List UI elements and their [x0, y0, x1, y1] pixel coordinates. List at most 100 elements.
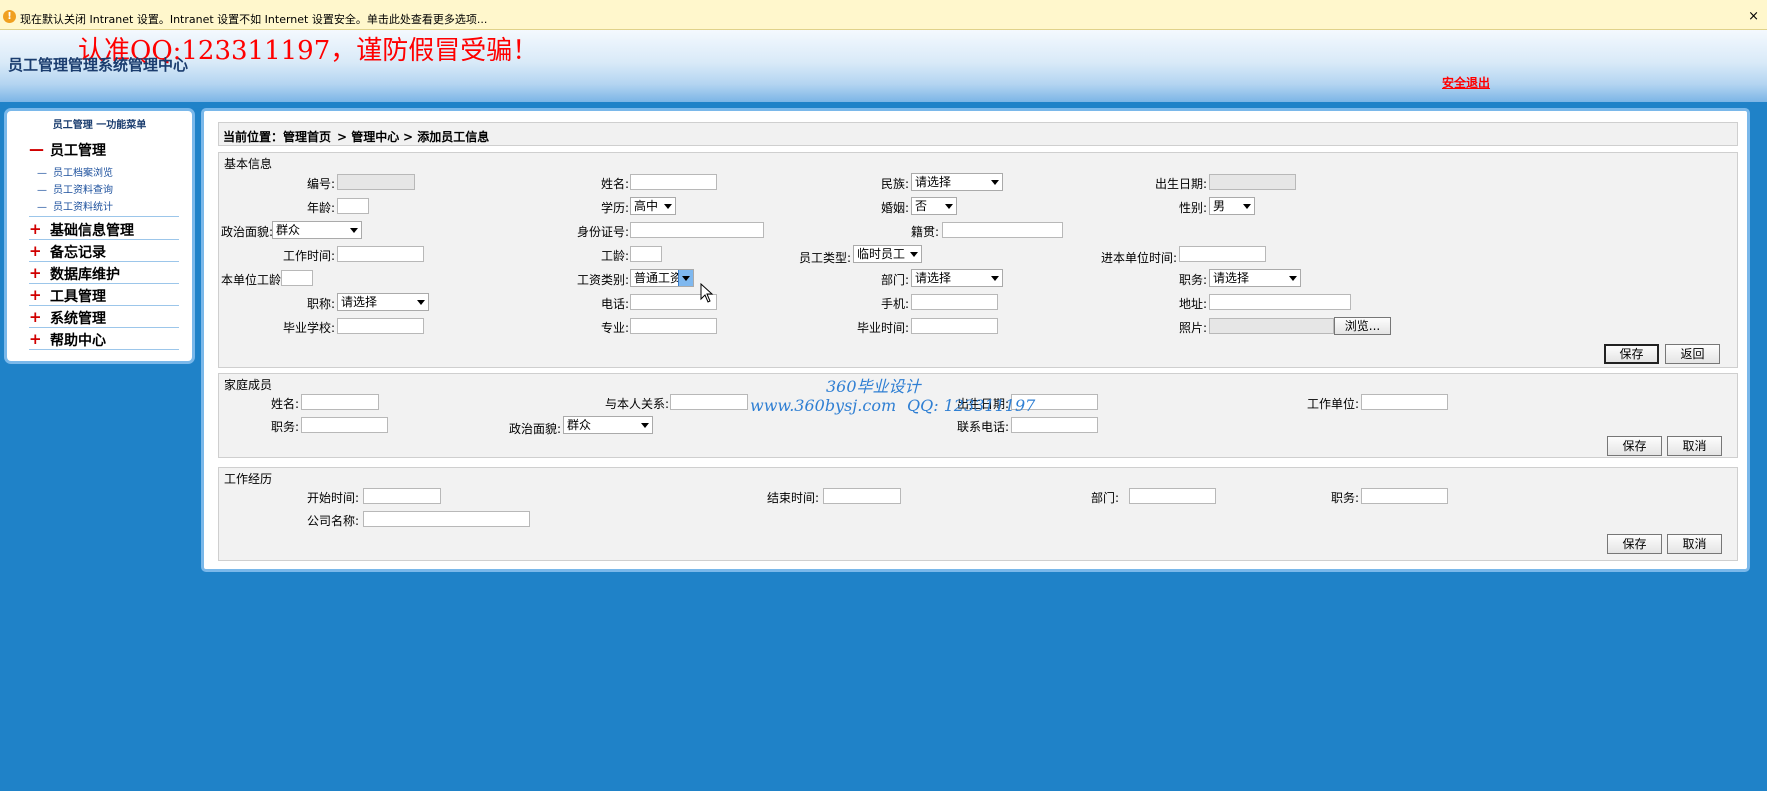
family-section: 家庭成员 姓名: 与本人关系: 出生日期: 工作单位: 职务: 政治面貌: 群众… [218, 373, 1738, 458]
title-rank-select[interactable]: 请选择 [337, 293, 429, 311]
chevron-down-icon [910, 252, 918, 257]
page-header: 认准QQ:123311197，谨防假冒受骗！ 员工管理管理系统管理中心 安全退出 [0, 30, 1767, 102]
emp-type-select[interactable]: 临时员工 [853, 245, 922, 263]
menu-title: 员工管理 一功能菜单 [52, 120, 147, 131]
major-input[interactable] [630, 318, 717, 334]
number-input[interactable] [337, 174, 415, 190]
age-input[interactable] [337, 198, 369, 214]
photo-path-input[interactable] [1209, 318, 1334, 334]
school-input[interactable] [337, 318, 424, 334]
grad-time-input[interactable] [911, 318, 998, 334]
seniority-input[interactable] [630, 246, 662, 262]
family-name-input[interactable] [301, 394, 379, 410]
label-seniority: 工龄: [600, 249, 629, 263]
address-input[interactable] [1209, 294, 1351, 310]
save-basic-button[interactable]: 保存 [1604, 344, 1659, 364]
select-value: 高中 [634, 199, 659, 213]
select-value: 群众 [567, 418, 592, 432]
label-end-time: 结束时间: [766, 491, 819, 505]
menu-group-tools[interactable]: + 工具管理 [29, 285, 179, 306]
experience-section: 工作经历 开始时间: 结束时间: 部门: 职务: 公司名称: 保存 取消 [218, 467, 1738, 561]
company-input[interactable] [363, 511, 530, 527]
join-time-input[interactable] [1179, 246, 1266, 262]
chevron-down-icon [991, 180, 999, 185]
select-value: 请选择 [915, 175, 952, 189]
select-value: 群众 [276, 223, 301, 237]
menu-group-memo[interactable]: + 备忘记录 [29, 241, 179, 262]
relation-input[interactable] [670, 394, 748, 410]
cancel-family-button[interactable]: 取消 [1667, 436, 1722, 456]
origin-input[interactable] [942, 222, 1063, 238]
section-title: 家庭成员 [224, 378, 273, 392]
label-exp-position: 职务: [1330, 491, 1359, 505]
label-family-name: 姓名: [270, 397, 299, 411]
chevron-down-icon [350, 228, 358, 233]
dropdown-button[interactable] [678, 270, 693, 286]
logout-link[interactable]: 安全退出 [1442, 74, 1490, 91]
select-value: 男 [1213, 199, 1226, 213]
expand-icon: + [29, 330, 42, 348]
menu-group-system[interactable]: + 系统管理 [29, 307, 179, 328]
expand-icon: + [29, 220, 42, 238]
name-input[interactable] [630, 174, 717, 190]
close-icon[interactable]: × [1748, 9, 1759, 24]
end-time-input[interactable] [823, 488, 901, 504]
chevron-down-icon [641, 423, 649, 428]
position-select[interactable]: 请选择 [1209, 269, 1301, 287]
label-company: 公司名称: [306, 514, 359, 528]
workplace-input[interactable] [1361, 394, 1448, 410]
birth-input[interactable] [1209, 174, 1296, 190]
warning-icon: ! [3, 10, 16, 23]
label-number: 编号: [306, 177, 335, 191]
salary-type-select[interactable]: 普通工资 [630, 269, 694, 287]
menu-group-database[interactable]: + 数据库维护 [29, 263, 179, 284]
save-experience-button[interactable]: 保存 [1607, 534, 1662, 554]
label-gender: 性别: [1178, 201, 1207, 215]
idcard-input[interactable] [630, 222, 764, 238]
dept-select[interactable]: 请选择 [911, 269, 1003, 287]
family-politics-select[interactable]: 群众 [563, 416, 653, 434]
label-salary-type: 工资类别: [576, 273, 629, 287]
nation-select[interactable]: 请选择 [911, 173, 1003, 191]
chevron-down-icon [417, 300, 425, 305]
marriage-select[interactable]: 否 [911, 197, 957, 215]
menu-group-basic-info[interactable]: + 基础信息管理 [29, 219, 179, 240]
label-age: 年龄: [306, 201, 335, 215]
exp-position-input[interactable] [1361, 488, 1448, 504]
breadcrumb-center-link[interactable]: > 管理中心 [337, 128, 399, 145]
unit-seniority-input[interactable] [281, 270, 313, 286]
education-select[interactable]: 高中 [630, 197, 676, 215]
breadcrumb-home-link[interactable]: 管理首页 [283, 128, 331, 145]
menu-group-help[interactable]: + 帮助中心 [29, 329, 179, 350]
menu-group-employee[interactable]: — 员工管理 [29, 139, 179, 160]
exp-dept-input[interactable] [1129, 488, 1216, 504]
intranet-info-bar[interactable]: ! 现在默认关闭 Intranet 设置。Intranet 设置不如 Inter… [0, 0, 1767, 30]
info-bar-message[interactable]: 现在默认关闭 Intranet 设置。Intranet 设置不如 Interne… [20, 11, 487, 27]
watermark-site: www.360bysj.com [750, 396, 897, 415]
cancel-experience-button[interactable]: 取消 [1667, 534, 1722, 554]
gender-select[interactable]: 男 [1209, 197, 1255, 215]
start-time-input[interactable] [363, 488, 441, 504]
label-mobile: 手机: [880, 297, 909, 311]
save-family-button[interactable]: 保存 [1607, 436, 1662, 456]
menu-item-info-query[interactable]: — 员工资料查询 [37, 181, 113, 196]
family-phone-input[interactable] [1011, 417, 1098, 433]
mobile-input[interactable] [911, 294, 998, 310]
breadcrumb: 当前位置： 管理首页 > 管理中心 > 添加员工信息 [218, 122, 1738, 146]
watermark-qq: QQ: 123311197 [907, 396, 1036, 415]
select-value: 请选择 [341, 295, 378, 309]
breadcrumb-current: > 添加员工信息 [403, 130, 490, 144]
select-value: 普通工资 [634, 271, 683, 285]
label-photo: 照片: [1178, 321, 1207, 335]
politics-select[interactable]: 群众 [272, 221, 362, 239]
work-time-input[interactable] [337, 246, 424, 262]
sidebar-menu: 员工管理 一功能菜单 — 员工管理 — 员工档案浏览 — 员工资料查询 — 员工资料统… [4, 108, 195, 364]
menu-item-archive-browse[interactable]: — 员工档案浏览 [37, 164, 113, 179]
menu-item-info-stats[interactable]: — 员工资料统计 [37, 198, 113, 213]
back-button[interactable]: 返回 [1665, 344, 1720, 364]
family-position-input[interactable] [301, 417, 388, 433]
label-education: 学历: [600, 201, 629, 215]
label-address: 地址: [1178, 297, 1207, 311]
watermark-title: 360毕业设计 [826, 377, 921, 396]
browse-button[interactable]: 浏览... [1334, 317, 1391, 335]
